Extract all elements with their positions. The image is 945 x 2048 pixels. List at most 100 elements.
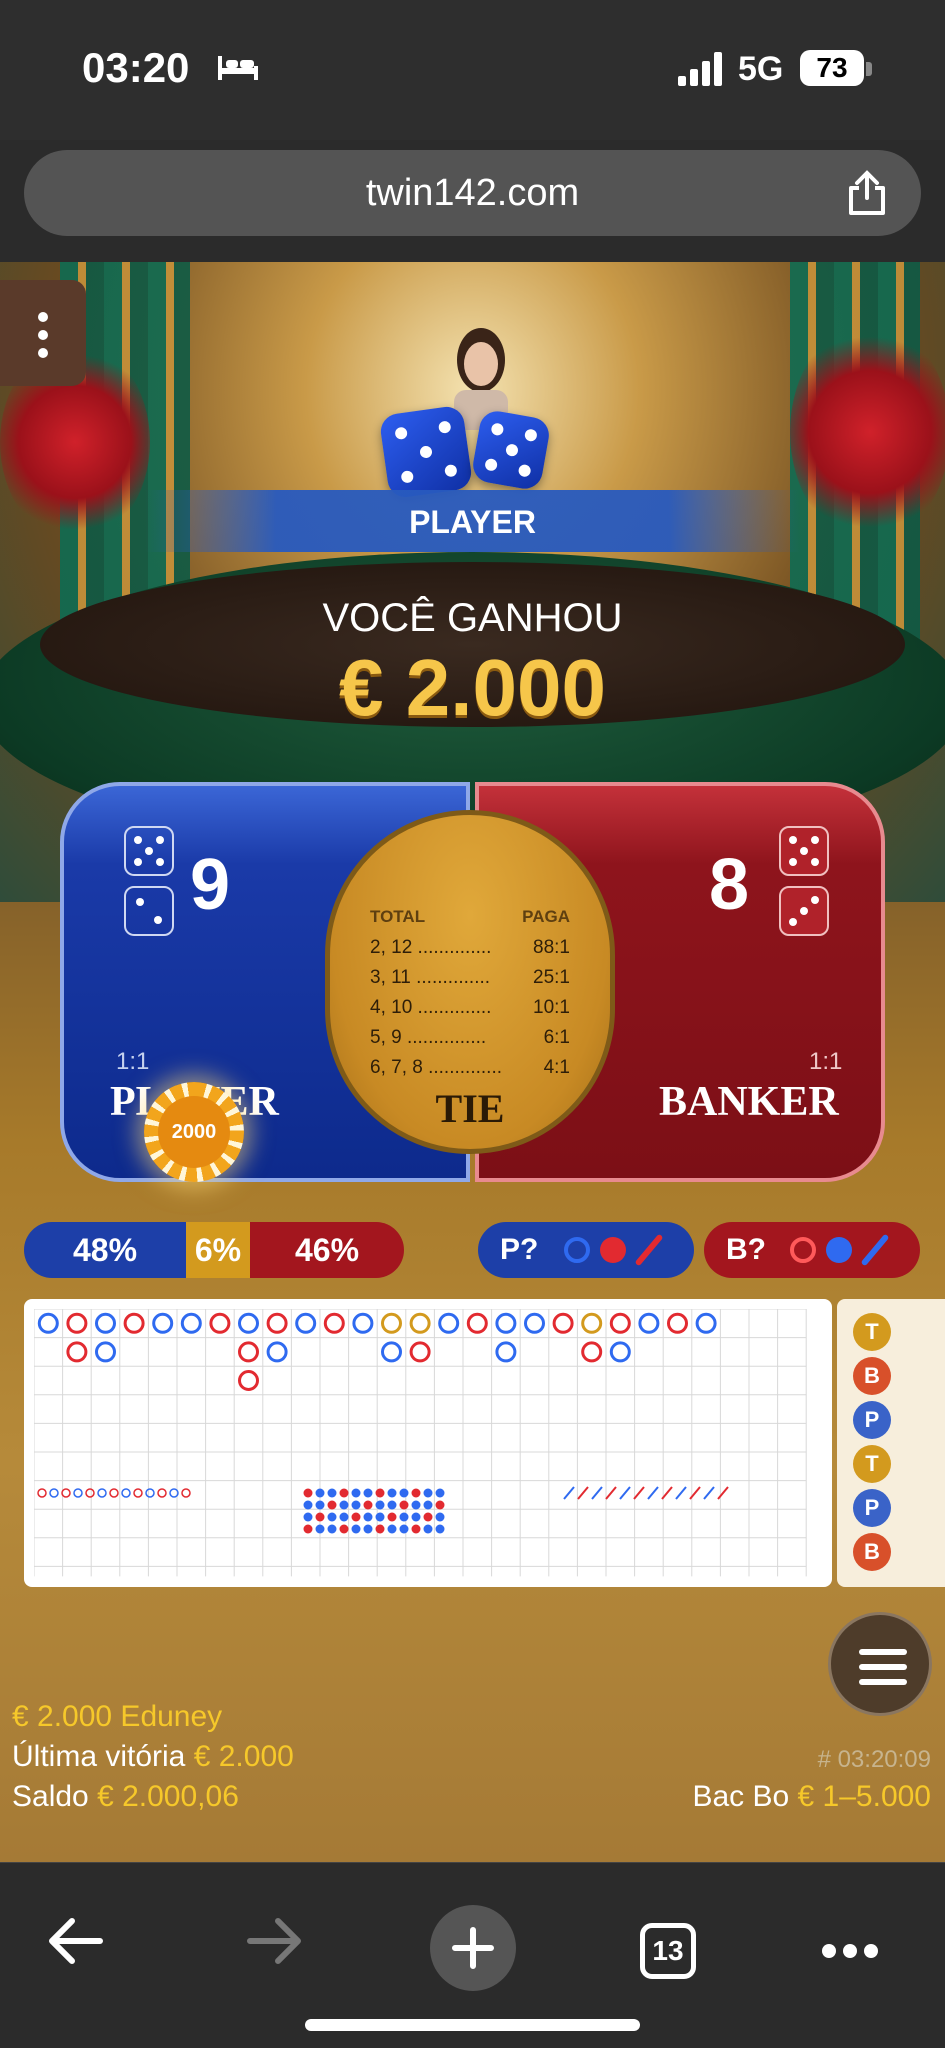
- last-win-value: € 2.000: [193, 1740, 294, 1773]
- result-stats-bar: 48% 6% 46%: [24, 1222, 404, 1278]
- road-dot: [411, 1512, 421, 1522]
- win-title: VOCÊ GANHOU: [322, 596, 623, 640]
- road-dot: [73, 1488, 83, 1498]
- road-marker: [695, 1312, 717, 1334]
- bet-board: 9 1:1 PLAYER 2000 8 1:1 BANKER: [60, 782, 885, 1182]
- player-percent: 48%: [24, 1222, 186, 1278]
- road-marker: [95, 1312, 116, 1334]
- road-dot: [49, 1488, 59, 1498]
- limits-value: € 1–5.000: [797, 1780, 931, 1813]
- road-slash: [577, 1486, 589, 1500]
- side-roadmap[interactable]: T B P T P B: [837, 1299, 945, 1587]
- last-win-label: Última vitória: [12, 1740, 186, 1773]
- road-marker: [266, 1341, 288, 1363]
- banker-prediction-button[interactable]: B?: [704, 1222, 920, 1278]
- road-dot: [109, 1488, 119, 1498]
- road-marker: [495, 1341, 517, 1363]
- road-marker: [381, 1341, 402, 1363]
- road-dot: [435, 1524, 445, 1534]
- banker-label: BANKER: [659, 1079, 839, 1125]
- road-dot: [97, 1488, 107, 1498]
- road-dot: [411, 1488, 421, 1498]
- road-dot: [387, 1512, 397, 1522]
- tie-paytable-header: TOTAL PAGA: [370, 907, 570, 927]
- road-dot: [435, 1500, 445, 1510]
- share-icon[interactable]: [845, 170, 889, 216]
- road-dot: [157, 1488, 167, 1498]
- back-arrow-icon[interactable]: [46, 1913, 106, 1969]
- road-marker: [638, 1312, 660, 1334]
- road-slash: [647, 1486, 659, 1500]
- road-slash: [605, 1486, 617, 1500]
- road-chip: P: [853, 1489, 891, 1527]
- road-dot: [145, 1488, 155, 1498]
- bet-chip[interactable]: 2000: [144, 1082, 244, 1182]
- more-options-button[interactable]: [0, 280, 86, 386]
- road-dot: [375, 1488, 385, 1498]
- road-dot: [363, 1488, 373, 1498]
- new-tab-button[interactable]: [430, 1905, 516, 1991]
- tie-label: TIE: [435, 1086, 505, 1131]
- road-dot: [387, 1488, 397, 1498]
- road-dot: [423, 1500, 433, 1510]
- road-marker: [438, 1312, 460, 1334]
- road-slash: [619, 1486, 631, 1500]
- road-dot: [327, 1488, 337, 1498]
- red-slash-icon: [634, 1233, 664, 1267]
- more-icon[interactable]: [820, 1941, 880, 1961]
- roadmap-panel[interactable]: [24, 1299, 832, 1587]
- road-dot: [411, 1524, 421, 1534]
- road-marker: [581, 1341, 603, 1363]
- road-dot: [351, 1500, 361, 1510]
- road-marker: [409, 1312, 431, 1334]
- road-dot: [327, 1512, 337, 1522]
- status-time: 03:20: [82, 44, 190, 91]
- road-dot: [303, 1500, 313, 1510]
- road-dot: [181, 1488, 191, 1498]
- tie-row: 3, 11 .............. 25:1: [370, 967, 570, 988]
- road-dot: [61, 1488, 71, 1498]
- screen: 03:20 5G 73 twin142.com PLAYER VOCÊ GANH…: [0, 0, 945, 2048]
- sleep-mode-icon: [218, 56, 258, 80]
- road-dot: [423, 1488, 433, 1498]
- road-slash: [703, 1486, 715, 1500]
- road-dot: [121, 1488, 131, 1498]
- road-marker: [381, 1312, 402, 1334]
- balance-label: Saldo: [12, 1780, 89, 1813]
- tie-bet-area[interactable]: TOTAL PAGA 2, 12 .............. 88:1 3, 1…: [325, 810, 615, 1154]
- forward-arrow-icon[interactable]: [244, 1913, 304, 1969]
- road-slash: [675, 1486, 687, 1500]
- tabs-button[interactable]: 13: [640, 1923, 696, 1979]
- road-marker: [238, 1370, 259, 1391]
- banker-prediction-label: B?: [726, 1233, 766, 1266]
- banker-die-2: [779, 886, 829, 936]
- road-chip: T: [853, 1313, 891, 1351]
- road-marker: [524, 1312, 545, 1334]
- road-marker: [609, 1312, 631, 1334]
- player-prediction-button[interactable]: P?: [478, 1222, 694, 1278]
- blue-slash-icon: [860, 1233, 890, 1267]
- banker-die-1: [779, 826, 829, 876]
- banker-percent: 46%: [250, 1222, 404, 1278]
- road-dot: [339, 1524, 349, 1534]
- chip-value: 2000: [158, 1096, 230, 1168]
- battery-tip: [866, 62, 872, 76]
- road-dot: [423, 1524, 433, 1534]
- tie-header-paga: PAGA: [522, 907, 570, 926]
- home-indicator: [305, 2019, 640, 2031]
- road-dot: [351, 1524, 361, 1534]
- road-marker: [209, 1312, 231, 1334]
- road-dot: [315, 1488, 325, 1498]
- road-dot: [423, 1512, 433, 1522]
- road-slash: [591, 1486, 603, 1500]
- tie-row: 2, 12 .............. 88:1: [370, 937, 570, 958]
- road-marker: [667, 1312, 688, 1334]
- road-dot: [399, 1524, 409, 1534]
- win-amount: € 2.000: [339, 643, 606, 732]
- road-marker: [581, 1312, 603, 1334]
- road-dot: [339, 1512, 349, 1522]
- address-bar[interactable]: twin142.com: [24, 150, 921, 236]
- url-text[interactable]: twin142.com: [24, 172, 921, 215]
- road-marker: [352, 1312, 374, 1334]
- player-ratio: 1:1: [116, 1048, 150, 1075]
